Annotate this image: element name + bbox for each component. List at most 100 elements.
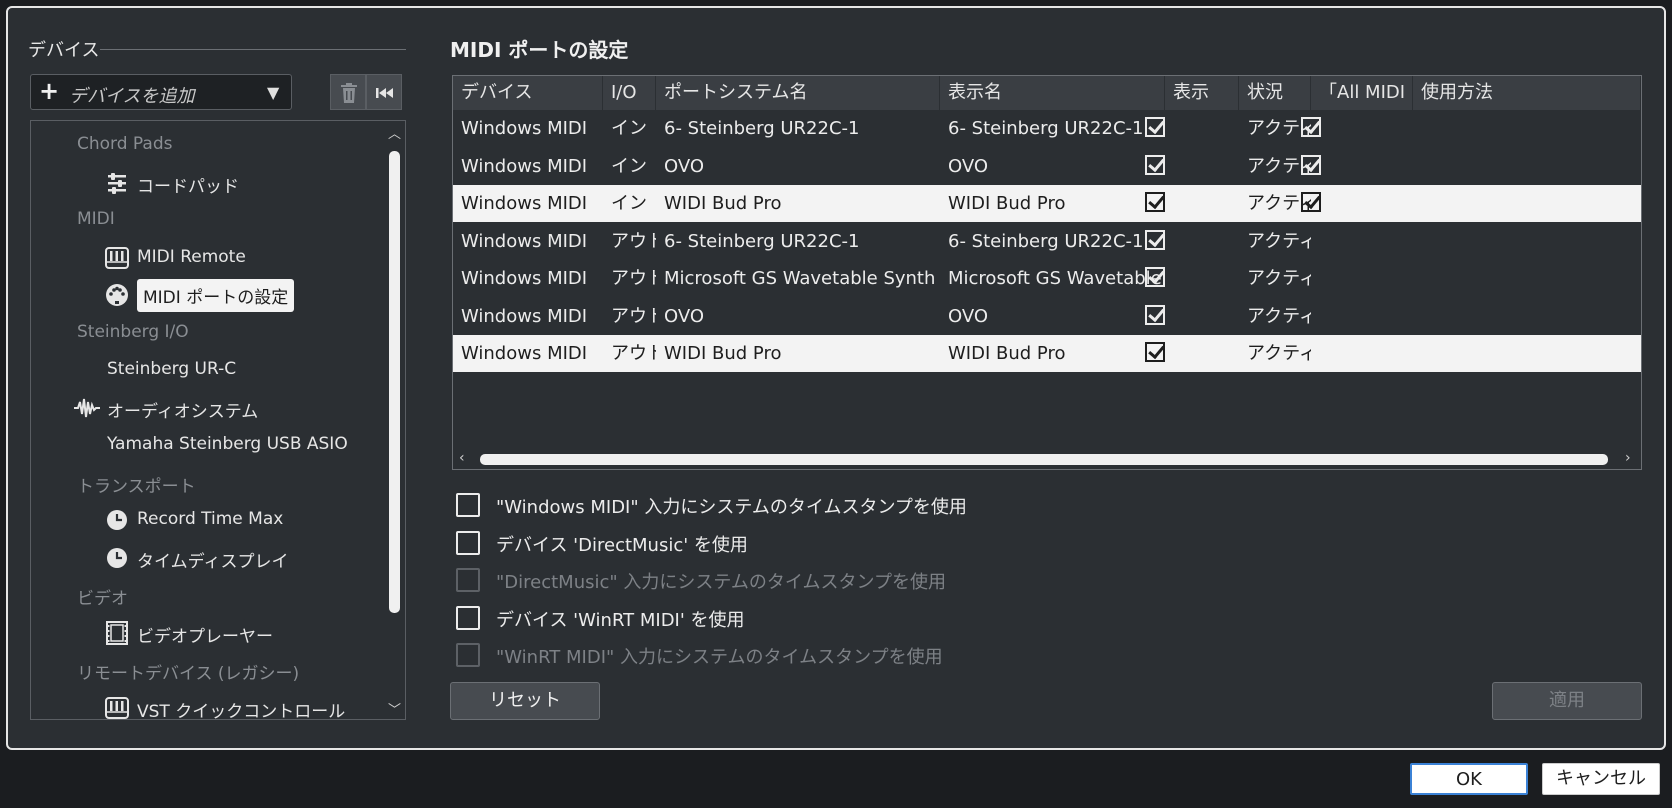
option-checkbox[interactable] bbox=[456, 493, 480, 517]
option-checkbox bbox=[456, 568, 480, 592]
option-checkbox[interactable] bbox=[456, 530, 480, 555]
tree-item-label: Steinberg I/O bbox=[77, 321, 189, 342]
tree-item-label: タイムディスプレイ bbox=[137, 551, 289, 572]
tree-item-label: MIDI ポートの設定 bbox=[137, 279, 295, 312]
table-row[interactable]: Windows MIDI イン WIDI Bud Pro WIDI Bud Pro アク… bbox=[453, 185, 1641, 222]
add-device-dropdown[interactable]: + デバイスを追加 ▼ bbox=[30, 74, 292, 110]
midi-port-table: デバイス I/O ポートシステム名 表示名 表示 状況 「All MIDI I 使用方法 ‹ … bbox=[452, 75, 1642, 470]
col-port-system-name-cell: Microsoft GS Wavetable Synth bbox=[664, 268, 936, 289]
table-header: デバイス I/O ポートシステム名 表示名 表示 状況 「All MIDI I 使用方法 bbox=[453, 76, 1641, 110]
visible-checkbox[interactable] bbox=[1145, 192, 1165, 212]
devices-title: デバイス bbox=[28, 40, 100, 61]
all-midi-inputs-checkbox[interactable] bbox=[1301, 117, 1321, 137]
tree-item-label: コードパッド bbox=[137, 176, 239, 197]
sliders-icon bbox=[105, 171, 129, 195]
table-row[interactable]: Windows MIDI アウト OVO OVO アクティブ bbox=[453, 298, 1641, 335]
col-io-cell: アウト bbox=[611, 305, 656, 327]
col-device-cell: Windows MIDI bbox=[461, 230, 588, 252]
apply-button[interactable]: 適用 bbox=[1492, 682, 1642, 720]
option-checkbox bbox=[456, 643, 480, 667]
keyboard-icon bbox=[105, 246, 129, 270]
clock-icon bbox=[105, 546, 129, 570]
col-port-system-name-cell: 6- Steinberg UR22C-1 bbox=[664, 118, 860, 139]
tree-item-label: MIDI Remote bbox=[137, 246, 246, 267]
table-row[interactable]: Windows MIDIインOVOOVOアクティブ bbox=[453, 148, 1641, 185]
table-row[interactable]: Windows MIDI アウト 6- Steinberg UR22C-1 6- St… bbox=[453, 223, 1641, 260]
tree-item-label: トランスポート bbox=[77, 476, 196, 497]
col-port-system-name-header[interactable]: ポートシステム名 bbox=[656, 76, 940, 110]
reset-button[interactable]: リセット bbox=[450, 682, 600, 720]
col-io-header[interactable]: I/O bbox=[603, 76, 656, 110]
cancel-button[interactable]: キャンセル bbox=[1542, 763, 1660, 795]
col-display-name-cell[interactable]: WIDI Bud Pro bbox=[940, 335, 1165, 372]
devices-title-divider bbox=[100, 49, 406, 50]
all-midi-inputs-checkbox[interactable] bbox=[1301, 154, 1321, 175]
col-io-cell: イン bbox=[611, 193, 647, 214]
col-display-name-cell[interactable]: 6- Steinberg UR22C-1 bbox=[940, 110, 1165, 147]
col-all-midi-inputs-header[interactable]: 「All MIDI I bbox=[1311, 76, 1413, 110]
visible-checkbox[interactable] bbox=[1145, 229, 1165, 250]
col-display-name-cell[interactable]: OVO bbox=[940, 148, 1165, 185]
table-row[interactable]: Windows MIDI アウト Microsoft GS Wavetable Sy… bbox=[453, 260, 1641, 297]
scroll-up-icon[interactable]: ︿ bbox=[388, 123, 401, 142]
all-midi-inputs-checkbox[interactable] bbox=[1301, 192, 1321, 212]
col-display-name-cell[interactable]: Microsoft GS Wavetable Synth bbox=[940, 260, 1165, 297]
col-device-cell: Windows MIDI bbox=[461, 305, 588, 327]
scroll-down-icon[interactable]: ﹀ bbox=[388, 699, 401, 718]
col-status-cell: アクティブ bbox=[1247, 343, 1311, 364]
col-io-cell: イン bbox=[611, 118, 647, 139]
visible-checkbox[interactable] bbox=[1145, 304, 1165, 325]
hscrollbar-thumb[interactable] bbox=[480, 454, 1608, 465]
col-status-cell: アクティブ bbox=[1247, 230, 1311, 252]
table-row[interactable]: Windows MIDI アウト WIDI Bud Pro WIDI Bud Pro ア… bbox=[453, 335, 1641, 372]
table-row[interactable]: Windows MIDI イン 6- Steinberg UR22C-1 6- Ste… bbox=[453, 110, 1641, 147]
tree-item-label: ビデオプレーヤー bbox=[137, 626, 273, 647]
option-label: "Windows MIDI" 入力にシステムのタイムスタンプを使用 bbox=[496, 497, 967, 518]
col-display-name-header[interactable]: 表示名 bbox=[940, 76, 1165, 110]
tree-scrollbar[interactable]: ︿ ﹀ bbox=[385, 121, 405, 719]
tree-item-label: VST クイックコントロール bbox=[137, 701, 346, 720]
col-usage-header[interactable]: 使用方法 bbox=[1413, 76, 1641, 110]
col-display-name-cell[interactable]: OVO bbox=[940, 298, 1165, 335]
col-device-cell: Windows MIDI bbox=[461, 268, 588, 289]
tree-item-label: リモートデバイス (レガシー) bbox=[77, 664, 300, 684]
midi-port-icon bbox=[105, 283, 129, 307]
tree-item-label: Chord Pads bbox=[77, 134, 173, 154]
col-port-system-name-cell: OVO bbox=[664, 155, 705, 177]
col-port-system-name-cell: WIDI Bud Pro bbox=[664, 193, 782, 214]
scroll-left-icon[interactable]: ‹ bbox=[459, 450, 465, 466]
col-device-header[interactable]: デバイス bbox=[453, 76, 603, 110]
scroll-right-icon[interactable]: › bbox=[1625, 450, 1631, 466]
visible-checkbox[interactable] bbox=[1145, 267, 1165, 287]
visible-checkbox[interactable] bbox=[1145, 154, 1165, 175]
visible-checkbox[interactable] bbox=[1145, 342, 1165, 362]
tree-item-label: オーディオシステム bbox=[107, 401, 259, 422]
dropdown-arrow-icon: ▼ bbox=[267, 83, 280, 102]
waveform-icon bbox=[73, 396, 100, 420]
option-label: デバイス 'WinRT MIDI' を使用 bbox=[496, 609, 745, 631]
tree-item-label: Steinberg UR-C bbox=[107, 359, 237, 379]
ok-button[interactable]: OK bbox=[1410, 763, 1528, 795]
delete-device-button[interactable] bbox=[330, 74, 366, 110]
col-status-header[interactable]: 状況 bbox=[1239, 76, 1311, 110]
table-hscrollbar[interactable]: ‹ › bbox=[453, 450, 1641, 469]
option-label: デバイス 'DirectMusic' を使用 bbox=[496, 534, 748, 556]
page-title: MIDI ポートの設定 bbox=[450, 38, 629, 62]
film-icon bbox=[105, 620, 129, 645]
col-display-name-cell[interactable]: 6- Steinberg UR22C-1 bbox=[940, 223, 1165, 260]
col-port-system-name-cell: OVO bbox=[664, 305, 705, 327]
reset-device-button[interactable] bbox=[366, 74, 402, 110]
scrollbar-thumb[interactable] bbox=[389, 151, 400, 613]
clock-icon bbox=[105, 508, 129, 532]
col-device-cell: Windows MIDI bbox=[461, 343, 588, 364]
add-device-label: デバイスを追加 bbox=[69, 86, 195, 107]
device-tree: ︿ ﹀ Chord Pads コードパッド MIDI MIDI Remote MIDI … bbox=[30, 120, 406, 720]
col-display-name-cell[interactable]: WIDI Bud Pro bbox=[940, 185, 1165, 222]
visible-checkbox[interactable] bbox=[1145, 117, 1165, 137]
tree-item-label: Yamaha Steinberg USB ASIO bbox=[107, 434, 348, 454]
col-port-system-name-cell: WIDI Bud Pro bbox=[664, 343, 782, 364]
col-port-system-name-cell: 6- Steinberg UR22C-1 bbox=[664, 230, 860, 252]
option-checkbox[interactable] bbox=[456, 605, 480, 630]
col-visible-header[interactable]: 表示 bbox=[1165, 76, 1239, 110]
col-io-cell: アウト bbox=[611, 268, 656, 289]
